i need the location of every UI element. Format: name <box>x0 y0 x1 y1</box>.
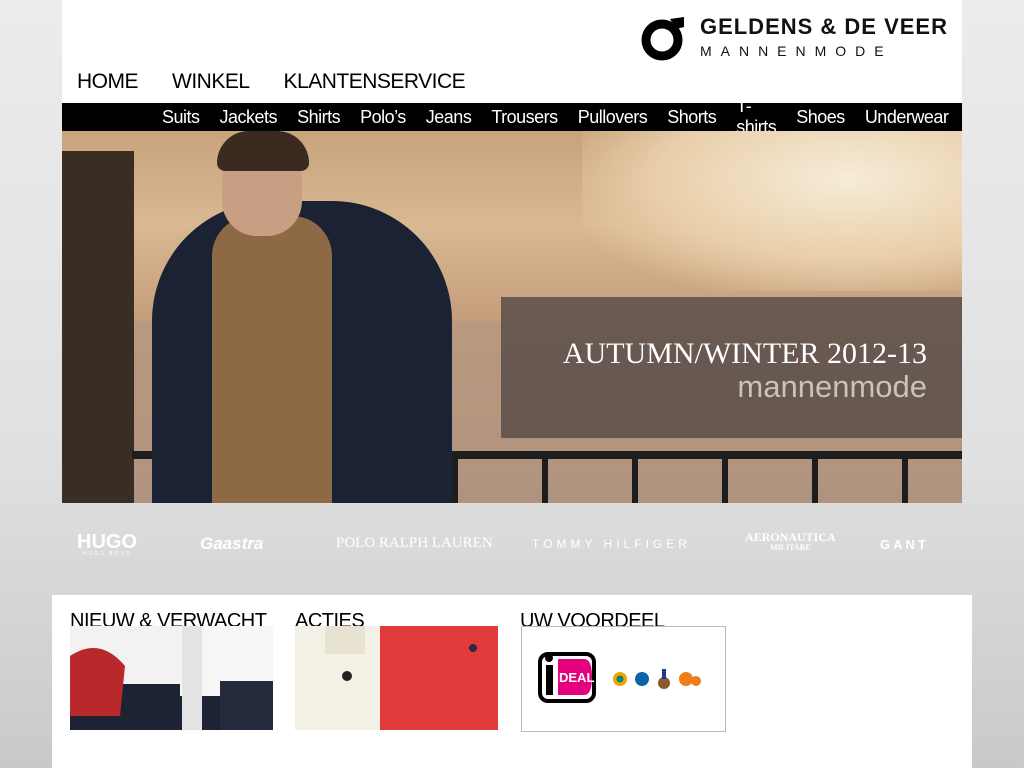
category-pullovers[interactable]: Pullovers <box>578 107 648 128</box>
page: GELDENS & DE VEER MANNENMODE HOME WINKEL… <box>62 0 962 503</box>
hero-title: AUTUMN/WINTER 2012-13 <box>562 337 927 370</box>
brand-tommy-hilfiger[interactable]: TOMMY HILFIGER <box>532 537 691 551</box>
brand-gant[interactable]: GANT <box>880 537 929 552</box>
category-underwear[interactable]: Underwear <box>865 107 949 128</box>
brand-aeronautica[interactable]: AERONAUTICA MILITARE <box>745 531 836 553</box>
content-area: NIEUW & VERWACHT ACTIES UW VOORDEEL DEAL <box>52 595 972 768</box>
nav-winkel[interactable]: WINKEL <box>172 70 250 94</box>
hero-subtitle: mannenmode <box>737 369 927 404</box>
acties-thumbnail-image <box>295 626 498 730</box>
payment-box[interactable]: DEAL <box>521 626 726 732</box>
brand-aeronautica-label: AERONAUTICA <box>745 530 836 544</box>
brand-aeronautica-sub: MILITARE <box>769 543 811 552</box>
acties-thumbnail[interactable] <box>295 626 498 730</box>
nav-home[interactable]: HOME <box>77 70 139 94</box>
category-shirts[interactable]: Shirts <box>297 107 341 128</box>
hero-banner[interactable]: AUTUMN/WINTER 2012-13 mannenmode <box>62 131 962 503</box>
payment-logos: DEAL <box>538 652 701 703</box>
hero-model-hair <box>217 131 309 171</box>
brand-hugo-label: HUGO <box>77 531 137 553</box>
category-jackets[interactable]: Jackets <box>220 107 278 128</box>
category-trousers[interactable]: Trousers <box>491 107 558 128</box>
category-jeans[interactable]: Jeans <box>426 107 472 128</box>
new-thumbnail[interactable] <box>70 626 273 730</box>
ideal-logo-text: DEAL <box>559 670 594 685</box>
category-nav: Suits Jackets Shirts Polo’s Jeans Trouse… <box>62 96 962 137</box>
category-polos[interactable]: Polo’s <box>360 107 406 128</box>
category-shoes[interactable]: Shoes <box>796 107 845 128</box>
new-thumbnail-image <box>70 626 273 730</box>
logo-name: GELDENS & DE VEER <box>699 14 948 39</box>
brand-gaastra[interactable]: Gaastra <box>200 534 263 554</box>
logo-subtitle: MANNENMODE <box>699 43 893 59</box>
logo[interactable]: GELDENS & DE VEER MANNENMODE <box>640 13 948 61</box>
brand-strip: HUGO HUGO BOSS Gaastra POLO RALPH LAUREN… <box>62 518 962 570</box>
hero-sky <box>582 131 962 291</box>
category-shorts[interactable]: Shorts <box>667 107 717 128</box>
category-suits[interactable]: Suits <box>162 107 200 128</box>
brand-hugo-sub: HUGO BOSS <box>82 551 132 557</box>
brand-hugo[interactable]: HUGO HUGO BOSS <box>77 532 137 557</box>
brand-polo-ralph-lauren[interactable]: POLO RALPH LAUREN <box>336 535 493 552</box>
hero-railing-bars <box>362 459 962 503</box>
hero-caption: AUTUMN/WINTER 2012-13 mannenmode <box>501 297 962 438</box>
hero-model-sweater <box>212 216 332 503</box>
hero-post <box>62 151 134 503</box>
main-nav: HOME WINKEL KLANTENSERVICE <box>77 70 499 94</box>
header: GELDENS & DE VEER MANNENMODE HOME WINKEL… <box>62 0 962 103</box>
nav-klantenservice[interactable]: KLANTENSERVICE <box>284 70 466 94</box>
logo-mark-icon <box>641 17 684 61</box>
